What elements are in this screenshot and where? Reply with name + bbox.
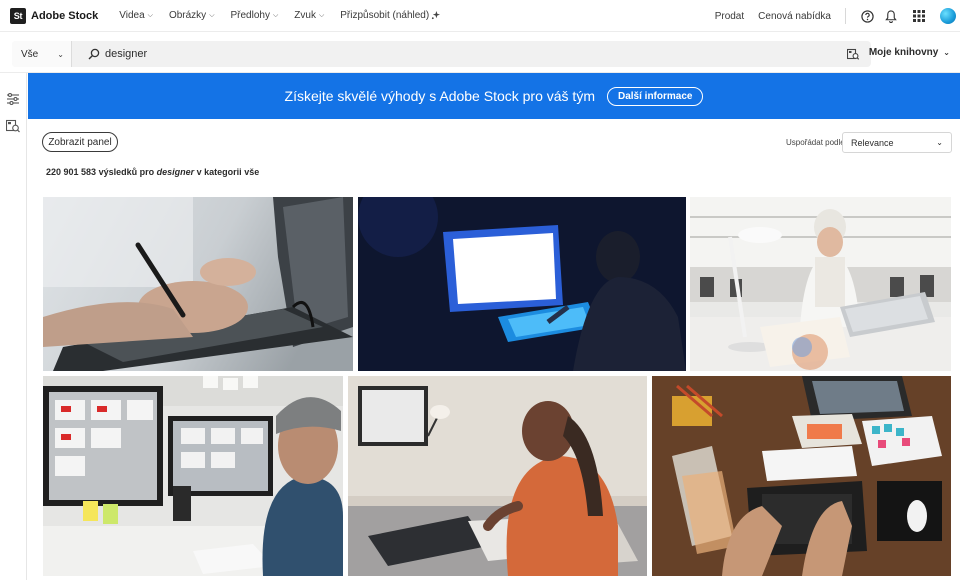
chevron-down-icon: ⌵ <box>272 11 279 19</box>
logo-mark: St <box>10 7 26 24</box>
nav-item-customize[interactable]: Přizpůsobit (náhled) <box>340 10 441 21</box>
visual-search-icon[interactable] <box>6 119 20 133</box>
main-menu: Videa ⌵ Obrázky ⌵ Předlohy ⌵ Zvuk ⌵ Přizpůso… <box>119 10 456 21</box>
search-input[interactable] <box>105 48 825 60</box>
sell-link[interactable]: Prodat <box>715 11 744 22</box>
apps-grid-icon[interactable] <box>912 9 926 23</box>
nav-item-images[interactable]: Obrázky ⌵ <box>169 10 215 21</box>
bell-icon[interactable] <box>884 9 898 23</box>
visual-search-icon[interactable] <box>847 48 859 60</box>
search-icon <box>88 48 100 60</box>
image-result-4[interactable] <box>43 376 343 576</box>
image-result-5[interactable] <box>348 376 647 576</box>
image-result-2[interactable] <box>358 197 686 371</box>
banner-text: Získejte skvělé výhody s Adobe Stock pro… <box>284 88 595 104</box>
top-nav: St Adobe Stock Videa ⌵ Obrázky ⌵ Předlohy ⌵… <box>0 0 960 32</box>
filter-sliders-icon[interactable] <box>6 92 20 106</box>
image-result-6[interactable] <box>652 376 951 576</box>
image-result-1[interactable] <box>43 197 353 371</box>
learn-more-button[interactable]: Další informace <box>606 86 704 106</box>
my-libraries-button[interactable]: Moje knihovny ⌄ <box>869 47 950 58</box>
results-count: 220 901 583 výsledků pro designer v kate… <box>46 167 260 177</box>
help-icon[interactable] <box>860 9 874 23</box>
chevron-down-icon: ⌵ <box>318 11 325 19</box>
sort-dropdown[interactable]: Relevance ⌄ <box>842 132 952 153</box>
search-row: Vše ⌄ Moje knihovny ⌄ <box>0 33 960 73</box>
search-scope-dropdown[interactable]: Vše ⌄ <box>12 41 72 67</box>
chevron-down-icon: ⌄ <box>57 49 64 59</box>
search-box: Vše ⌄ <box>12 41 871 67</box>
chevron-down-icon: ⌵ <box>209 11 215 19</box>
chevron-down-icon: ⌄ <box>936 138 943 147</box>
promo-banner: Získejte skvělé výhody s Adobe Stock pro… <box>28 73 960 119</box>
logo-text: Adobe Stock <box>31 9 99 22</box>
nav-divider <box>845 8 846 24</box>
sparkle-icon <box>432 11 441 20</box>
show-panel-button[interactable]: Zobrazit panel <box>42 132 118 152</box>
avatar[interactable] <box>940 8 956 24</box>
adobe-stock-logo[interactable]: St Adobe Stock <box>10 7 99 24</box>
nav-item-audio[interactable]: Zvuk ⌵ <box>294 10 324 21</box>
chevron-down-icon: ⌄ <box>943 48 950 57</box>
left-rail <box>0 73 27 580</box>
image-result-3[interactable] <box>690 197 951 371</box>
nav-item-videos[interactable]: Videa ⌵ <box>119 10 153 21</box>
nav-item-templates[interactable]: Předlohy ⌵ <box>231 10 279 21</box>
sort-label: Uspořádat podle <box>786 138 845 147</box>
pricing-link[interactable]: Cenová nabídka <box>758 11 831 22</box>
chevron-down-icon: ⌵ <box>147 11 153 19</box>
nav-right: Prodat Cenová nabídka <box>715 0 960 32</box>
